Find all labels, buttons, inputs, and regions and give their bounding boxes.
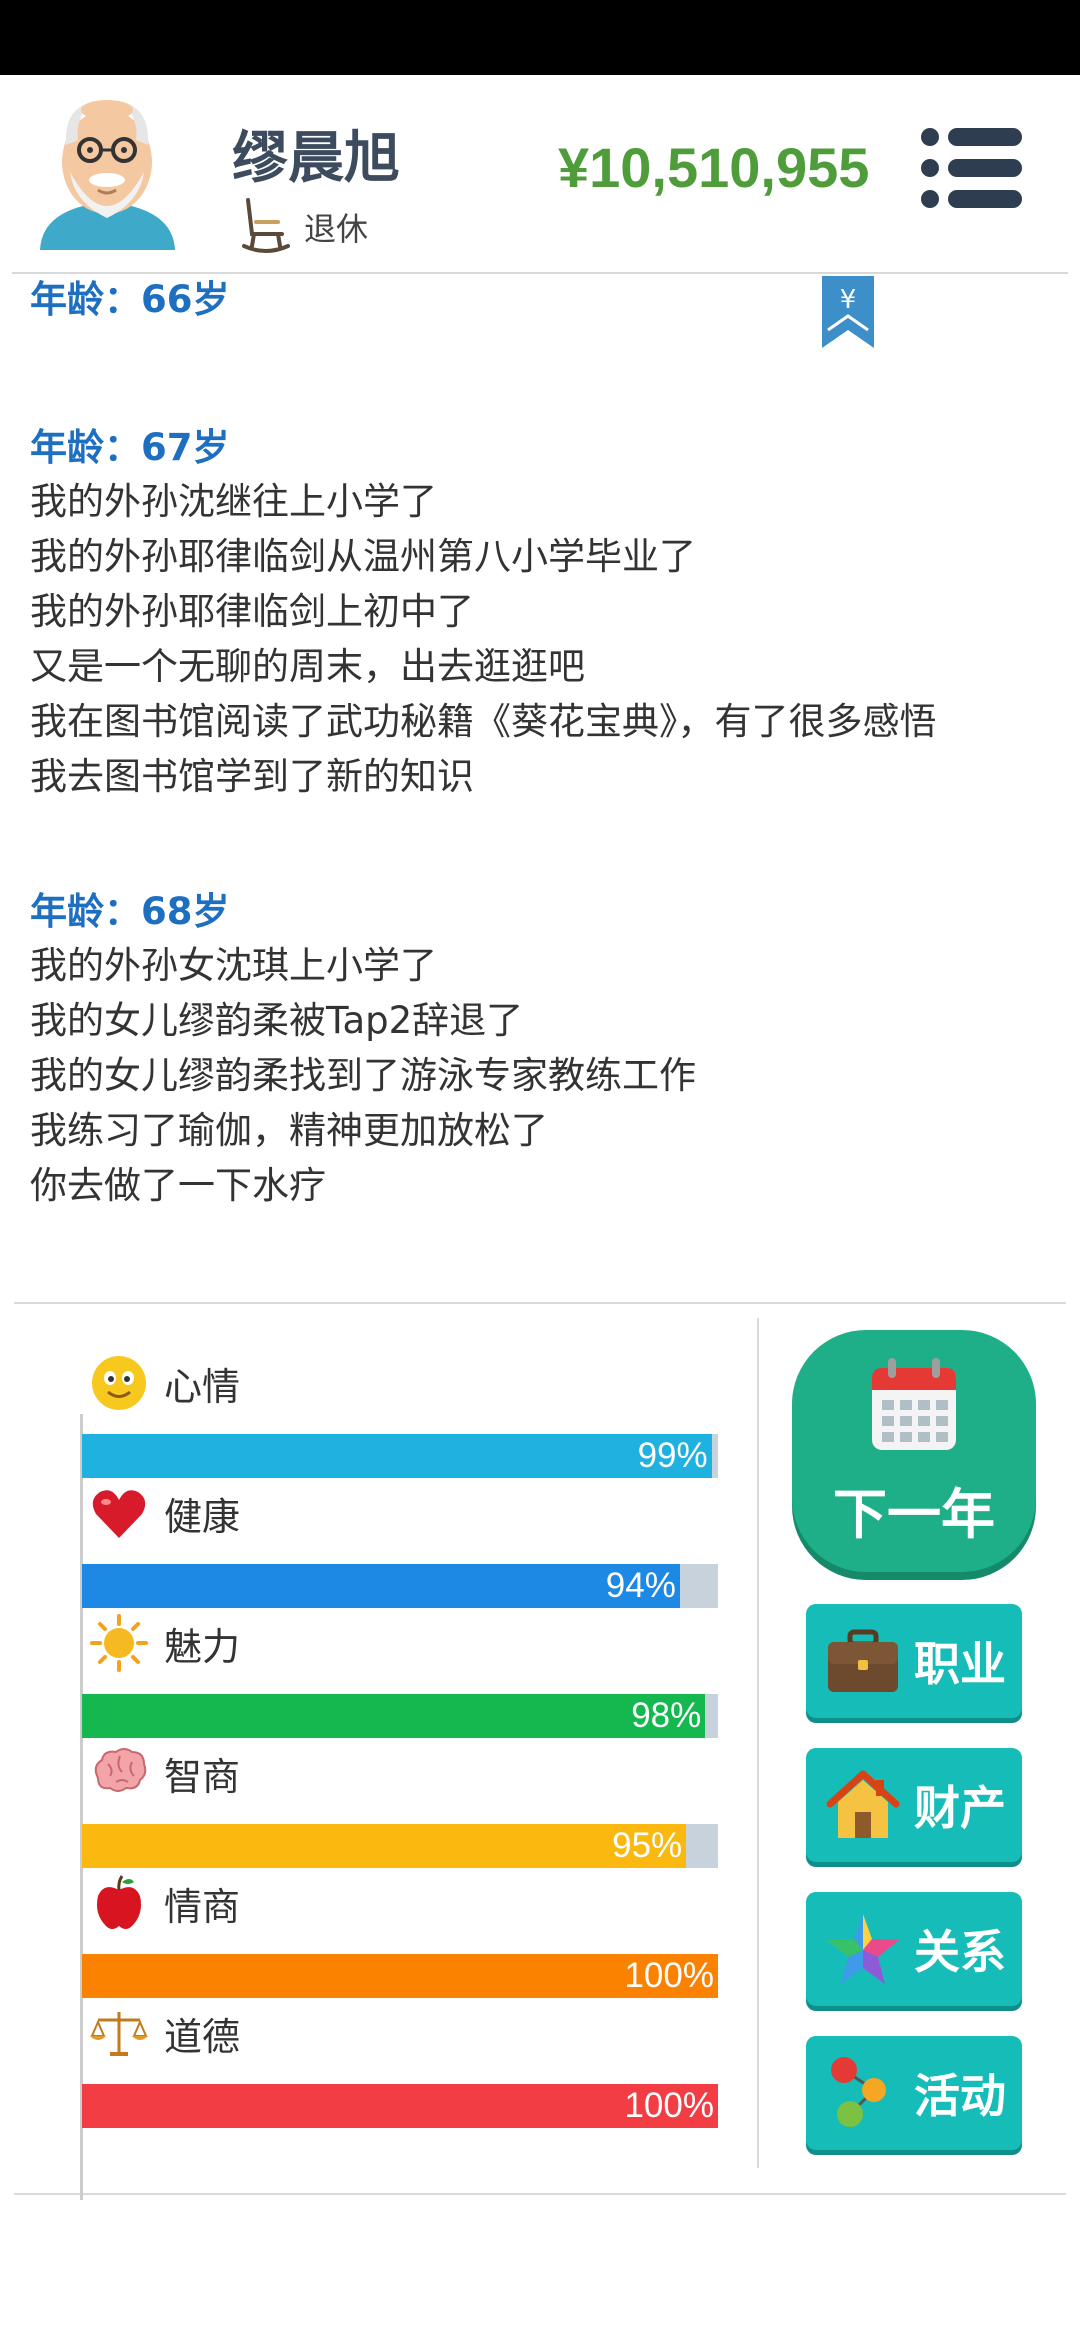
property-label: 财产 bbox=[914, 1781, 1006, 1835]
stat-eq: 情商 100% bbox=[80, 1872, 720, 2002]
stat-percent: 98% bbox=[631, 1696, 702, 1735]
menu-icon[interactable] bbox=[920, 125, 1024, 211]
stat-bar-fill: 98% bbox=[82, 1694, 706, 1738]
stat-label: 道德 bbox=[164, 2014, 241, 2059]
scales-icon bbox=[90, 2004, 148, 2062]
stat-bar-fill: 95% bbox=[82, 1824, 687, 1868]
stat-bar: 99% bbox=[82, 1434, 718, 1478]
stat-charm: 魅力 98% bbox=[80, 1612, 720, 1742]
stat-percent: 94% bbox=[605, 1566, 676, 1605]
stat-morality: 道德 100% bbox=[80, 2002, 720, 2132]
property-button[interactable]: 财产 bbox=[806, 1748, 1022, 1862]
rocking-chair-icon bbox=[242, 198, 290, 253]
stat-bar-fill: 94% bbox=[82, 1564, 680, 1608]
stat-label: 智商 bbox=[164, 1754, 241, 1799]
stat-iq: 智商 95% bbox=[80, 1742, 720, 1872]
svg-text:¥: ¥ bbox=[840, 285, 857, 315]
status-label: 退休 bbox=[304, 210, 369, 248]
stat-label: 心情 bbox=[164, 1364, 241, 1409]
player-status: 退休 bbox=[242, 197, 368, 257]
year-title: 年龄：68岁 bbox=[30, 890, 230, 933]
apple-icon bbox=[90, 1874, 148, 1932]
stat-bar: 98% bbox=[82, 1694, 718, 1738]
stat-bar-fill: 100% bbox=[82, 2084, 718, 2128]
stat-label: 健康 bbox=[164, 1494, 241, 1539]
log-event: 我的外孙女沈琪上小学了 bbox=[30, 944, 437, 987]
log-event: 我的外孙沈继往上小学了 bbox=[30, 480, 437, 523]
stat-label: 情商 bbox=[164, 1884, 241, 1929]
brain-icon bbox=[90, 1744, 148, 1802]
section-divider bbox=[14, 2193, 1066, 2195]
log-event: 我的女儿缪韵柔找到了游泳专家教练工作 bbox=[30, 1054, 696, 1097]
log-event: 我的外孙耶律临剑从温州第八小学毕业了 bbox=[30, 535, 696, 578]
stat-bar-fill: 100% bbox=[82, 1954, 718, 1998]
next-year-label: 下一年 bbox=[833, 1483, 995, 1546]
log-event: 我去图书馆学到了新的知识 bbox=[30, 755, 474, 798]
year-block: 年龄：67岁 我的外孙沈继往上小学了 我的外孙耶律临剑从温州第八小学毕业了 我的… bbox=[30, 422, 1050, 804]
vertical-divider bbox=[757, 1318, 759, 2168]
smiley-icon bbox=[90, 1354, 148, 1412]
stat-percent: 95% bbox=[612, 1826, 683, 1865]
yuan-bookmark-icon[interactable]: ¥ bbox=[820, 276, 876, 350]
stat-mood: 心情 99% bbox=[80, 1352, 720, 1482]
header: 缪晨旭 退休 ¥10,510,955 bbox=[0, 75, 1080, 273]
log-event: 我的女儿缪韵柔被Tap2辞退了 bbox=[30, 999, 524, 1042]
log-event: 我的外孙耶律临剑上初中了 bbox=[30, 590, 474, 633]
money-balance: ¥10,510,955 bbox=[558, 136, 870, 199]
life-log[interactable]: 年龄：66岁 年龄：67岁 我的外孙沈继往上小学了 我的外孙耶律临剑从温州第八小… bbox=[30, 274, 1050, 1300]
career-label: 职业 bbox=[914, 1637, 1006, 1691]
stat-label: 魅力 bbox=[164, 1624, 241, 1669]
activity-dots-icon bbox=[824, 2054, 902, 2132]
heart-icon bbox=[90, 1484, 148, 1542]
status-bar bbox=[0, 0, 1080, 75]
year-title: 年龄：66岁 bbox=[30, 278, 230, 321]
section-divider bbox=[14, 1302, 1066, 1304]
briefcase-icon bbox=[824, 1622, 902, 1700]
career-button[interactable]: 职业 bbox=[806, 1604, 1022, 1718]
player-name: 缪晨旭 bbox=[232, 126, 400, 191]
sun-icon bbox=[90, 1614, 148, 1672]
star-icon bbox=[824, 1910, 902, 1988]
stat-percent: 100% bbox=[624, 2086, 714, 2125]
avatar[interactable] bbox=[30, 90, 185, 250]
stat-bar-fill: 99% bbox=[82, 1434, 712, 1478]
year-title: 年龄：67岁 bbox=[30, 426, 230, 469]
log-event: 我在图书馆阅读了武功秘籍《葵花宝典》，有了很多感悟 bbox=[30, 700, 937, 743]
stat-bar: 95% bbox=[82, 1824, 718, 1868]
stat-bar: 100% bbox=[82, 1954, 718, 1998]
activities-button[interactable]: 活动 bbox=[806, 2036, 1022, 2150]
stat-bar: 94% bbox=[82, 1564, 718, 1608]
relations-label: 关系 bbox=[914, 1925, 1006, 1979]
stat-health: 健康 94% bbox=[80, 1482, 720, 1612]
year-block: 年龄：66岁 bbox=[30, 274, 1050, 326]
stat-bar: 100% bbox=[82, 2084, 718, 2128]
activities-label: 活动 bbox=[914, 2069, 1006, 2123]
log-event: 又是一个无聊的周末，出去逛逛吧 bbox=[30, 645, 585, 688]
stat-percent: 99% bbox=[637, 1436, 708, 1475]
house-icon bbox=[824, 1766, 902, 1844]
year-block: 年龄：68岁 我的外孙女沈琪上小学了 我的女儿缪韵柔被Tap2辞退了 我的女儿缪… bbox=[30, 886, 1050, 1213]
calendar-icon bbox=[872, 1358, 956, 1450]
log-event: 你去做了一下水疗 bbox=[30, 1164, 326, 1207]
relations-button[interactable]: 关系 bbox=[806, 1892, 1022, 2006]
stat-percent: 100% bbox=[624, 1956, 714, 1995]
next-year-button[interactable]: 下一年 bbox=[792, 1330, 1036, 1572]
log-event: 我练习了瑜伽，精神更加放松了 bbox=[30, 1109, 548, 1152]
